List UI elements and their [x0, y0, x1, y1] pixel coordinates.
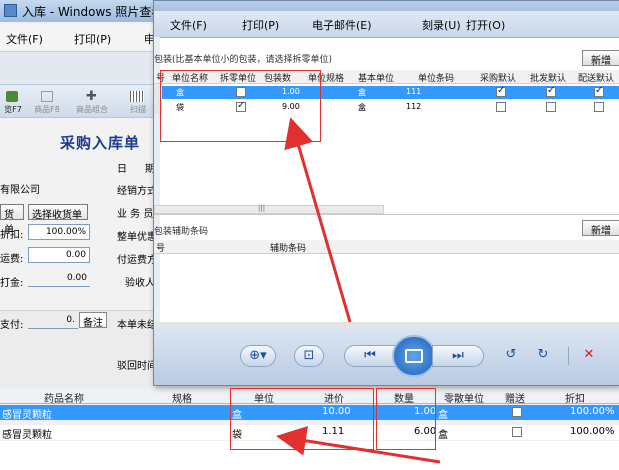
arrow-to-unit	[276, 425, 441, 464]
arrow-to-package	[284, 117, 352, 323]
annotation-arrows	[276, 117, 441, 464]
